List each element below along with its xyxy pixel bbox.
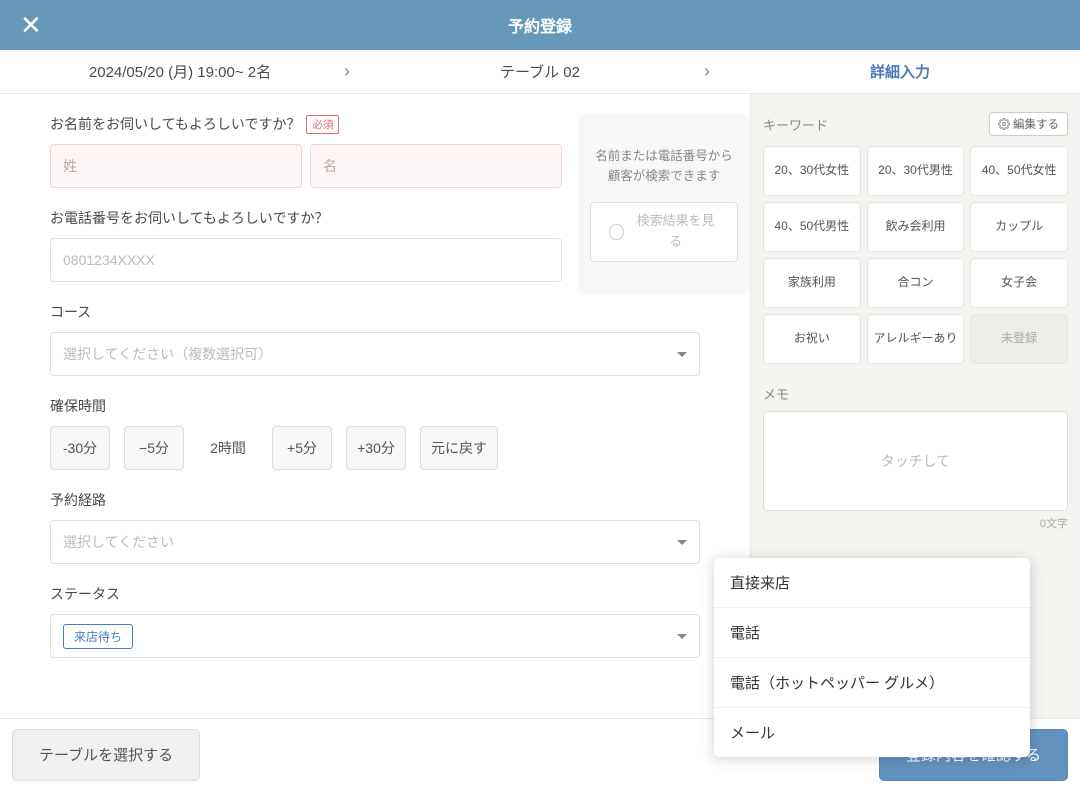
close-icon[interactable]: ✕ [20,12,42,38]
caret-down-icon [677,352,687,357]
duration-label: 確保時間 [50,396,700,416]
phone-input[interactable] [50,238,562,282]
status-chip: 来店待ち [63,624,133,649]
status-label: ステータス [50,584,700,604]
route-option[interactable]: メール [714,708,1030,757]
caret-down-icon [677,634,687,639]
caret-down-icon [677,540,687,545]
duration-plus-30-button[interactable]: +30分 [346,426,406,470]
route-placeholder: 選択してください [63,532,174,552]
select-table-button[interactable]: テーブルを選択する [12,729,200,781]
route-option[interactable]: 直接来店 [714,558,1030,608]
select-table-label: テーブルを選択する [39,744,173,765]
keyword-chip[interactable]: 飲み会利用 [867,202,965,252]
route-option[interactable]: 電話（ホットペッパー グルメ） [714,658,1030,708]
memo-placeholder: タッチして [881,451,951,471]
search-hint-2: 顧客が検索できます [595,166,733,186]
view-search-results-button[interactable]: 検索結果を見る [590,202,738,262]
keyword-chip[interactable]: 40、50代女性 [970,146,1068,196]
keyword-chip[interactable]: 合コン [867,258,965,308]
duration-reset-button[interactable]: 元に戻す [420,426,498,470]
route-option[interactable]: 電話 [714,608,1030,658]
keyword-chip[interactable]: 20、30代女性 [763,146,861,196]
name-label: お名前をお伺いしてもよろしいですか？ 必須 [50,114,562,134]
status-select[interactable]: 来店待ち [50,614,700,658]
search-hint-1: 名前または電話番号から [595,146,733,166]
keyword-chip-unregistered[interactable]: 未登録 [970,314,1068,364]
lastname-input[interactable] [50,144,302,188]
keyword-chip[interactable]: 40、50代男性 [763,202,861,252]
duration-minus-5-button[interactable]: −5分 [124,426,184,470]
keyword-chip[interactable]: お祝い [763,314,861,364]
course-placeholder: 選択してください（複数選択可） [63,344,272,364]
keyword-chip[interactable]: 20、30代男性 [867,146,965,196]
course-select[interactable]: 選択してください（複数選択可） [50,332,700,376]
chevron-right-icon: › [344,61,350,82]
tab-datetime-label: 2024/05/20 (月) 19:00~ 2名 [89,61,271,82]
keyword-chip[interactable]: 女子会 [970,258,1068,308]
memo-heading: メモ [763,384,1068,403]
tab-detail-label: 詳細入力 [870,61,930,82]
customer-search-panel: 名前または電話番号から 顧客が検索できます 検索結果を見る [578,114,750,294]
firstname-input[interactable] [310,144,562,188]
keyword-heading: キーワード [763,115,828,134]
route-dropdown-menu: 直接来店 電話 電話（ホットペッパー グルメ） メール [714,558,1030,757]
phone-label: お電話番号をお伺いしてもよろしいですか？ [50,208,562,228]
gear-icon [998,118,1010,130]
tab-datetime[interactable]: 2024/05/20 (月) 19:00~ 2名 › [0,50,360,93]
duration-current: 2時間 [198,426,258,470]
duration-minus-30-button[interactable]: -30分 [50,426,110,470]
modal-header: ✕ 予約登録 [0,0,1080,50]
required-badge: 必須 [306,115,339,134]
keyword-grid: 20、30代女性 20、30代男性 40、50代女性 40、50代男性 飲み会利… [763,146,1068,364]
route-label: 予約経路 [50,490,700,510]
step-tabs: 2024/05/20 (月) 19:00~ 2名 › テーブル 02 › 詳細入… [0,50,1080,94]
tab-detail[interactable]: 詳細入力 [720,50,1080,93]
chevron-right-icon: › [704,61,710,82]
memo-char-count: 0文字 [763,515,1068,531]
duration-plus-5-button[interactable]: +5分 [272,426,332,470]
search-button-label: 検索結果を見る [632,211,719,253]
keyword-chip[interactable]: アレルギーあり [867,314,965,364]
name-label-text: お名前をお伺いしてもよろしいですか？ [50,114,300,134]
modal-title: 予約登録 [508,13,572,37]
course-label: コース [50,302,700,322]
edit-button-label: 編集する [1013,116,1059,132]
edit-keywords-button[interactable]: 編集する [989,112,1068,136]
memo-input[interactable]: タッチして [763,411,1068,511]
route-select[interactable]: 選択してください [50,520,700,564]
tab-table-label: テーブル 02 [500,61,580,82]
keyword-chip[interactable]: カップル [970,202,1068,252]
keyword-chip[interactable]: 家族利用 [763,258,861,308]
tab-table[interactable]: テーブル 02 › [360,50,720,93]
